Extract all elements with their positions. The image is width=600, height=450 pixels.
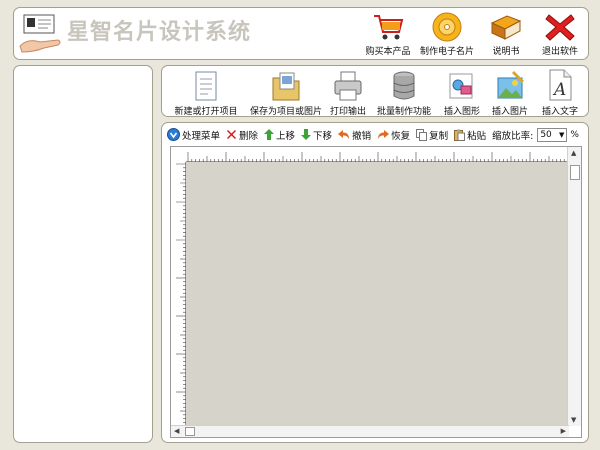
insert-shape-button[interactable]: 插入图形: [440, 68, 484, 117]
insert-text-button[interactable]: A 插入文字: [536, 68, 584, 117]
delete-label: 删除: [239, 130, 259, 142]
delete-x-icon: [227, 130, 237, 139]
horizontal-scroll-thumb[interactable]: [185, 427, 195, 436]
document-icon: [170, 68, 242, 102]
design-canvas[interactable]: [186, 162, 567, 426]
zoom-label: 缩放比率:: [492, 130, 534, 142]
move-down-label: 下移: [313, 130, 333, 142]
insert-picture-label: 插入图片: [491, 107, 528, 117]
paste-icon: [454, 129, 466, 141]
disc-icon: [417, 10, 477, 44]
copy-label: 复制: [429, 130, 449, 142]
insert-picture-button[interactable]: 插入图片: [488, 68, 532, 117]
print-output-label: 打印输出: [329, 107, 366, 117]
batch-make-label: 批量制作功能: [376, 107, 431, 117]
arrow-down-icon: [301, 129, 312, 140]
scroll-up-icon[interactable]: ▲: [571, 149, 576, 157]
printer-icon: [326, 68, 370, 102]
zoom-select[interactable]: 50 ▼: [537, 127, 568, 142]
vertical-scroll-thumb[interactable]: [570, 165, 580, 180]
undo-icon: [338, 130, 350, 139]
zoom-value: 50: [540, 129, 552, 140]
insert-shape-label: 插入图形: [443, 107, 480, 117]
batch-make-button[interactable]: 批量制作功能: [374, 68, 434, 117]
undo-button[interactable]: 撤销: [338, 128, 371, 142]
paste-button[interactable]: 粘贴: [454, 128, 486, 142]
close-icon: [530, 10, 590, 44]
text-icon: A: [536, 68, 584, 102]
svg-text:A: A: [552, 80, 566, 100]
process-menu-label: 处理菜单: [182, 130, 221, 142]
buy-product-button[interactable]: 购买本产品: [358, 10, 418, 58]
exit-button[interactable]: 退出软件: [530, 10, 590, 58]
cart-icon: [358, 10, 418, 44]
make-ecard-button[interactable]: 制作电子名片: [417, 10, 477, 58]
book-icon: [476, 10, 536, 44]
copy-icon: [416, 128, 428, 141]
chevron-down-icon: ▼: [558, 130, 565, 139]
logo-card-hand-icon: [18, 12, 64, 56]
picture-icon: [488, 68, 532, 102]
save-project-label: 保存为项目或图片: [249, 107, 322, 117]
arrow-up-icon: [264, 129, 275, 140]
delete-button[interactable]: 删除: [226, 128, 258, 142]
vertical-scrollbar[interactable]: ▲ ▼: [567, 147, 581, 426]
paste-label: 粘贴: [467, 130, 487, 142]
copy-button[interactable]: 复制: [416, 128, 448, 142]
header-panel: 星智名片设计系统 购买本产品 制作电子名片 说明书 退出软件: [13, 7, 589, 60]
zoom-percent-sign: %: [570, 129, 579, 140]
move-up-button[interactable]: 上移: [264, 128, 295, 142]
redo-button[interactable]: 恢复: [377, 128, 410, 142]
move-up-label: 上移: [276, 130, 296, 142]
manual-button[interactable]: 说明书: [476, 10, 536, 58]
app-title: 星智名片设计系统: [67, 20, 252, 45]
shapes-icon: [440, 68, 484, 102]
tools-panel: 新建或打开项目 保存为项目或图片 打印输出 批量制作功能 插入图形 插入图片 A…: [161, 65, 589, 117]
edit-toolbar: 处理菜单 删除 上移 下移 撤销 恢复 复制 粘贴 缩放比率: 50 ▼ %: [167, 125, 582, 144]
move-down-button[interactable]: 下移: [301, 128, 332, 142]
exit-label: 退出软件: [541, 47, 578, 57]
process-menu-button[interactable]: 处理菜单: [167, 128, 220, 142]
new-open-project-label: 新建或打开项目: [174, 107, 238, 117]
insert-text-label: 插入文字: [541, 107, 578, 117]
database-icon: [374, 68, 434, 102]
make-ecard-label: 制作电子名片: [419, 47, 474, 57]
save-project-button[interactable]: 保存为项目或图片: [246, 68, 326, 117]
print-output-button[interactable]: 打印输出: [326, 68, 370, 117]
redo-label: 恢复: [391, 130, 411, 142]
buy-product-label: 购买本产品: [365, 47, 411, 57]
scroll-down-icon[interactable]: ▼: [571, 416, 576, 424]
vertical-ruler: [171, 162, 186, 426]
save-folder-icon: [246, 68, 326, 102]
redo-icon: [378, 130, 390, 139]
scroll-right-icon[interactable]: ▶: [561, 427, 566, 435]
canvas-panel: 处理菜单 删除 上移 下移 撤销 恢复 复制 粘贴 缩放比率: 50 ▼ % ▲…: [161, 122, 589, 443]
info-down-icon: [167, 128, 180, 141]
design-workarea: ▲ ▼ ◀ ▶: [170, 146, 582, 438]
scroll-left-icon[interactable]: ◀: [174, 427, 179, 435]
new-open-project-button[interactable]: 新建或打开项目: [170, 68, 242, 117]
undo-label: 撤销: [352, 130, 372, 142]
left-side-panel[interactable]: [13, 65, 153, 443]
manual-label: 说明书: [492, 47, 520, 57]
horizontal-scrollbar[interactable]: ◀ ▶: [171, 425, 569, 437]
horizontal-ruler: [186, 147, 567, 162]
